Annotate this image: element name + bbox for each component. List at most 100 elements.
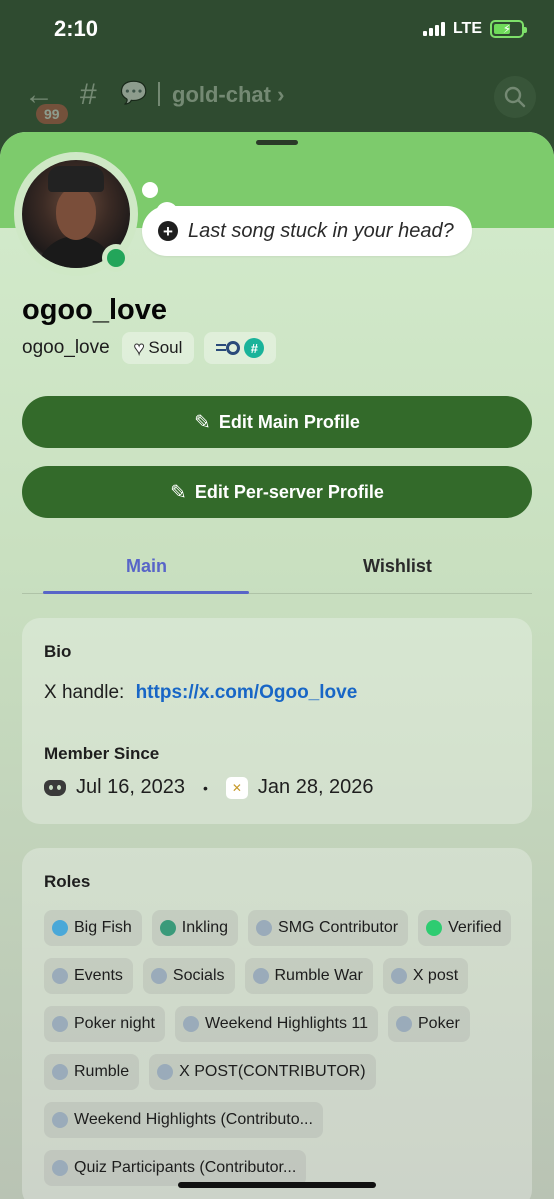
channel-name[interactable]: gold-chat › bbox=[172, 82, 284, 108]
role-pill[interactable]: Poker night bbox=[44, 1006, 165, 1042]
role-color-dot bbox=[182, 1016, 199, 1032]
role-pill[interactable]: Big Fish bbox=[44, 910, 142, 946]
nitro-icon bbox=[216, 339, 241, 357]
role-pill[interactable]: Weekend Highlights (Contributo... bbox=[44, 1102, 323, 1138]
plus-icon: + bbox=[158, 221, 178, 241]
roles-title: Roles bbox=[44, 872, 91, 891]
divider bbox=[158, 82, 160, 106]
role-pill[interactable]: SMG Contributor bbox=[248, 910, 409, 946]
role-pill[interactable]: Rumble bbox=[44, 1054, 140, 1090]
role-label: Poker night bbox=[74, 1015, 155, 1032]
server-icon: ✕ bbox=[225, 776, 248, 799]
channel-header: ← 99 # 💬 gold-chat › bbox=[0, 70, 554, 124]
unread-badge: 99 bbox=[36, 104, 68, 124]
server-join-date: Jan 28, 2026 bbox=[257, 776, 374, 798]
role-color-dot bbox=[52, 1112, 68, 1128]
network-label: LTE bbox=[452, 20, 482, 37]
role-label: Socials bbox=[172, 967, 225, 984]
edit-main-profile-button[interactable]: ✎ Edit Main Profile bbox=[22, 396, 532, 448]
status-time: 2:10 bbox=[54, 16, 99, 41]
online-status-indicator bbox=[102, 244, 130, 272]
tab-wishlist[interactable]: Wishlist bbox=[363, 556, 432, 577]
role-color-dot bbox=[52, 1016, 68, 1032]
role-color-dot bbox=[52, 1064, 68, 1080]
role-color-dot bbox=[256, 920, 273, 936]
role-color-dot bbox=[390, 968, 407, 984]
role-pill[interactable]: Quiz Participants (Contributor... bbox=[44, 1150, 307, 1186]
role-color-dot bbox=[157, 1064, 174, 1080]
role-pill[interactable]: X POST(CONTRIBUTOR) bbox=[149, 1054, 376, 1090]
heart-icon: ♥ bbox=[133, 337, 145, 358]
role-label: Weekend Highlights 11 bbox=[204, 1015, 368, 1032]
role-label: Rumble bbox=[74, 1063, 130, 1080]
pencil-icon: ✎ bbox=[170, 481, 187, 504]
username: ogoo_love bbox=[22, 337, 110, 358]
role-label: X POST(CONTRIBUTOR) bbox=[179, 1063, 366, 1080]
custom-status-bubble[interactable]: + Last song stuck in your head? bbox=[142, 206, 472, 256]
role-color-dot bbox=[252, 968, 269, 984]
sheet-grabber[interactable] bbox=[256, 140, 298, 145]
profile-badge-pill[interactable]: ♥ Soul bbox=[121, 332, 195, 364]
role-pill[interactable]: Inkling bbox=[151, 910, 239, 946]
role-color-dot bbox=[150, 968, 167, 984]
status-indicators: LTE ⚡ bbox=[422, 20, 527, 38]
role-label: Poker bbox=[418, 1015, 460, 1032]
hashtag-badge-icon: # bbox=[244, 338, 265, 358]
bio-label: X handle: bbox=[44, 682, 125, 703]
edit-main-label: Edit Main Profile bbox=[218, 411, 360, 432]
profile-tabs: Main Wishlist bbox=[22, 542, 532, 594]
bio-title: Bio bbox=[44, 642, 72, 661]
discord-icon bbox=[44, 779, 66, 796]
role-pill[interactable]: Events bbox=[44, 958, 133, 994]
role-color-dot bbox=[52, 1160, 68, 1176]
role-label: Verified bbox=[448, 919, 502, 936]
role-color-dot bbox=[159, 920, 176, 936]
bio-link[interactable]: https://x.com/Ogoo_love bbox=[136, 682, 358, 703]
roles-card: Roles Big Fish Inkling SMG Contributor Veri… bbox=[22, 848, 532, 1199]
member-since-row: Jul 16, 2023 • ✕ Jan 28, 2026 bbox=[44, 776, 374, 799]
badges-pill[interactable]: # bbox=[204, 332, 277, 364]
edit-per-server-profile-button[interactable]: ✎ Edit Per-server Profile bbox=[22, 466, 532, 518]
roles-list: Big Fish Inkling SMG Contributor Verified Ev… bbox=[44, 910, 514, 1186]
thought-bubble-dot bbox=[142, 182, 158, 198]
battery-icon: ⚡ bbox=[490, 20, 527, 38]
role-label: Inkling bbox=[181, 919, 229, 936]
status-bar: 2:10 LTE ⚡ bbox=[0, 0, 554, 62]
bio-text: X handle: https://x.com/Ogoo_love bbox=[44, 682, 357, 704]
threads-icon[interactable]: 💬 bbox=[120, 80, 147, 106]
role-pill[interactable]: Verified bbox=[418, 910, 512, 946]
display-name: ogoo_love bbox=[22, 294, 168, 326]
role-pill[interactable]: Rumble War bbox=[244, 958, 373, 994]
role-pill[interactable]: Socials bbox=[142, 958, 235, 994]
discord-join-date: Jul 16, 2023 bbox=[76, 776, 185, 798]
role-label: Big Fish bbox=[74, 919, 132, 936]
role-color-dot bbox=[52, 968, 68, 984]
role-label: Weekend Highlights (Contributo... bbox=[74, 1111, 313, 1128]
home-indicator[interactable] bbox=[178, 1182, 376, 1188]
status-prompt: Last song stuck in your head? bbox=[188, 219, 454, 242]
member-since-title: Member Since bbox=[44, 744, 160, 763]
bio-card: Bio X handle: https://x.com/Ogoo_love Me… bbox=[22, 618, 532, 824]
active-tab-indicator bbox=[43, 591, 249, 594]
tab-main[interactable]: Main bbox=[126, 556, 167, 577]
username-row: ogoo_love ♥ Soul # bbox=[22, 332, 277, 364]
role-color-dot bbox=[52, 920, 68, 936]
badge-label: Soul bbox=[148, 338, 183, 357]
role-label: X post bbox=[412, 967, 459, 984]
signal-icon bbox=[422, 22, 445, 36]
role-pill[interactable]: Poker bbox=[388, 1006, 470, 1042]
search-button[interactable] bbox=[494, 76, 536, 118]
date-separator: • bbox=[202, 779, 208, 796]
role-label: Rumble War bbox=[274, 967, 363, 984]
edit-server-label: Edit Per-server Profile bbox=[194, 481, 384, 502]
role-label: Events bbox=[74, 967, 123, 984]
role-color-dot bbox=[426, 920, 443, 936]
search-icon bbox=[504, 86, 526, 108]
role-pill[interactable]: Weekend Highlights 11 bbox=[174, 1006, 378, 1042]
role-label: SMG Contributor bbox=[278, 919, 399, 936]
profile-sheet: + Last song stuck in your head? ogoo_lov… bbox=[0, 132, 554, 1199]
pencil-icon: ✎ bbox=[194, 411, 211, 434]
role-color-dot bbox=[396, 1016, 412, 1032]
role-pill[interactable]: X post bbox=[382, 958, 469, 994]
channel-hash-icon: # bbox=[80, 78, 97, 111]
